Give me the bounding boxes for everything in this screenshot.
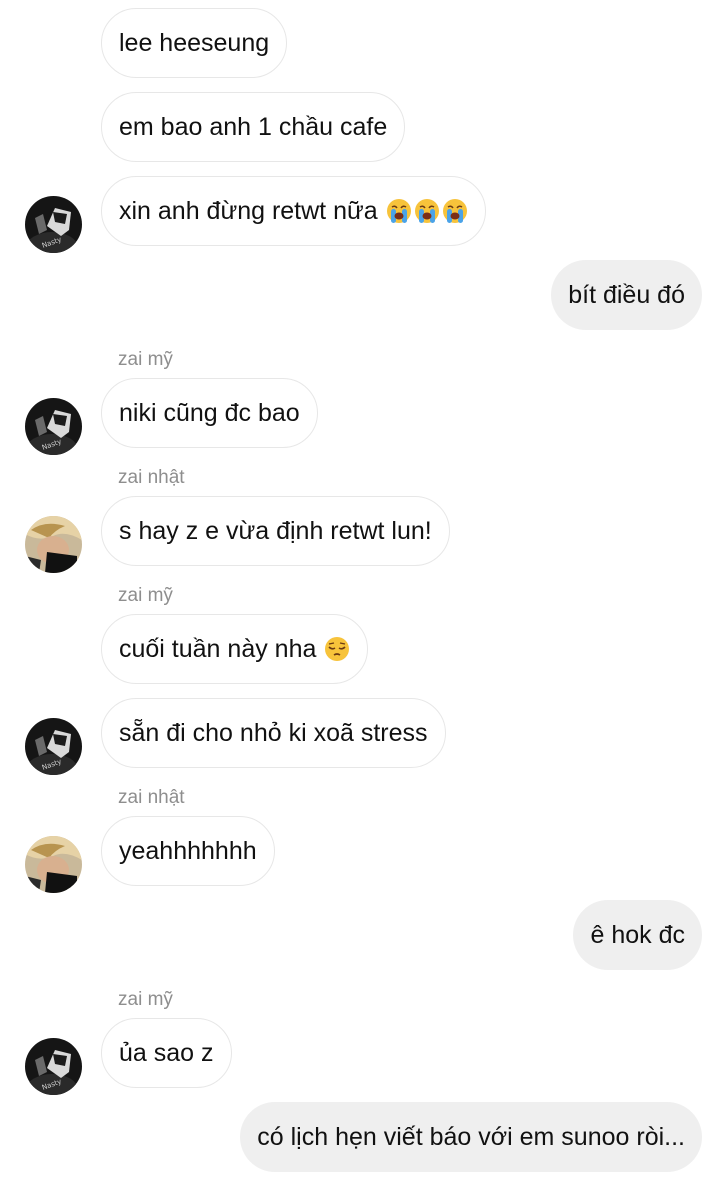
incoming-message-bubble[interactable]: em bao anh 1 chầu cafe — [101, 92, 406, 162]
incoming-message-bubble[interactable]: lee heeseung — [101, 8, 288, 78]
incoming-message-bubble[interactable]: xin anh đừng retwt nữa — [101, 176, 486, 246]
sender-avatar-dark-hat[interactable]: Nasty — [25, 398, 82, 455]
incoming-message-bubble[interactable]: cuối tuần này nha — [101, 614, 369, 684]
outgoing-message-bubble[interactable]: bít điều đó — [551, 260, 702, 330]
sender-avatar-dark-hat[interactable]: Nasty — [25, 718, 82, 775]
sender-avatar-dark-hat[interactable]: Nasty — [25, 196, 82, 253]
sender-avatar-blond-hair[interactable] — [25, 516, 82, 573]
loudly-crying-face-icon — [386, 198, 412, 224]
message-text: ê hok đc — [590, 920, 685, 949]
loudly-crying-face-icon — [414, 198, 440, 224]
incoming-message-bubble[interactable]: s hay z e vừa định retwt lun! — [101, 496, 450, 566]
pensive-face-icon — [324, 636, 350, 662]
sender-avatar-blond-hair[interactable] — [25, 836, 82, 893]
sender-name: zai mỹ — [118, 585, 173, 606]
sender-name: zai nhật — [118, 467, 185, 488]
message-text: niki cũng đc bao — [119, 398, 300, 427]
message-text: s hay z e vừa định retwt lun! — [119, 516, 432, 545]
message-text: bít điều đó — [568, 280, 685, 309]
message-thread: lee heeseung em bao anh 1 chầu cafe Nast… — [0, 0, 720, 1181]
incoming-message-bubble[interactable]: niki cũng đc bao — [101, 378, 318, 448]
sender-avatar-dark-hat[interactable]: Nasty — [25, 1038, 82, 1095]
outgoing-message-bubble[interactable]: ê hok đc — [573, 900, 702, 970]
incoming-message-bubble[interactable]: sẵn đi cho nhỏ ki xoã stress — [101, 698, 446, 768]
incoming-message-bubble[interactable]: yeahhhhhhh — [101, 816, 275, 886]
sender-name: zai nhật — [118, 787, 185, 808]
sender-name: zai mỹ — [118, 989, 173, 1010]
message-text: cuối tuần này nha — [119, 634, 317, 663]
message-text: yeahhhhhhh — [119, 836, 257, 865]
incoming-message-bubble[interactable]: ủa sao z — [101, 1018, 232, 1088]
sender-name: zai mỹ — [118, 349, 173, 370]
message-text: có lịch hẹn viết báo với em sunoo ròi... — [257, 1122, 685, 1151]
outgoing-message-bubble[interactable]: có lịch hẹn viết báo với em sunoo ròi... — [240, 1102, 702, 1172]
message-text: xin anh đừng retwt nữa — [119, 196, 378, 225]
message-text: lee heeseung — [119, 28, 270, 57]
message-text: sẵn đi cho nhỏ ki xoã stress — [119, 718, 428, 747]
message-text: em bao anh 1 chầu cafe — [119, 112, 388, 141]
message-text: ủa sao z — [119, 1038, 214, 1067]
loudly-crying-face-icon — [442, 198, 468, 224]
